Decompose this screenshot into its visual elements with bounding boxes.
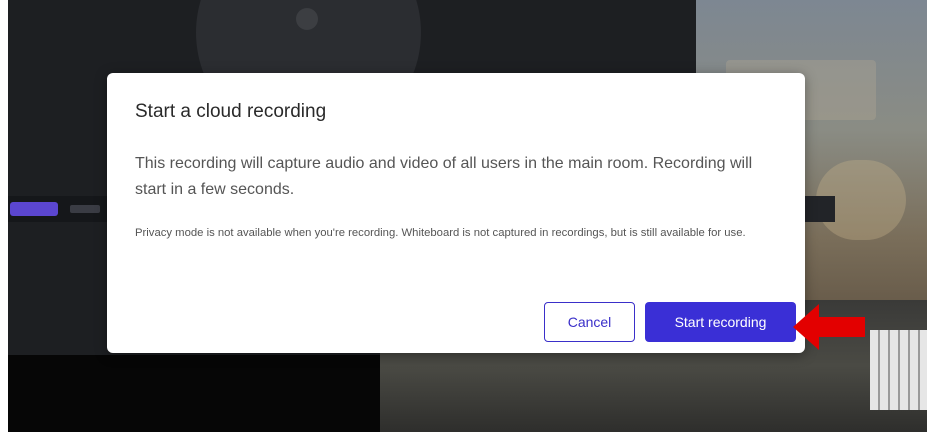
red-arrow-icon bbox=[793, 304, 865, 350]
toolbar-pill-secondary bbox=[70, 205, 100, 213]
cancel-button[interactable]: Cancel bbox=[544, 302, 635, 342]
dialog-note: Privacy mode is not available when you'r… bbox=[135, 227, 746, 239]
dialog-title: Start a cloud recording bbox=[135, 101, 327, 122]
toolbar-pill bbox=[10, 202, 58, 216]
avatar-icon bbox=[296, 8, 318, 30]
start-recording-button[interactable]: Start recording bbox=[645, 302, 796, 342]
room-window-blind bbox=[870, 330, 927, 410]
cloud-recording-dialog: Start a cloud recording This recording w… bbox=[107, 73, 805, 353]
dialog-body: This recording will capture audio and vi… bbox=[135, 155, 753, 198]
toolbar-strip-right bbox=[805, 196, 835, 222]
video-tile-black bbox=[8, 355, 380, 432]
